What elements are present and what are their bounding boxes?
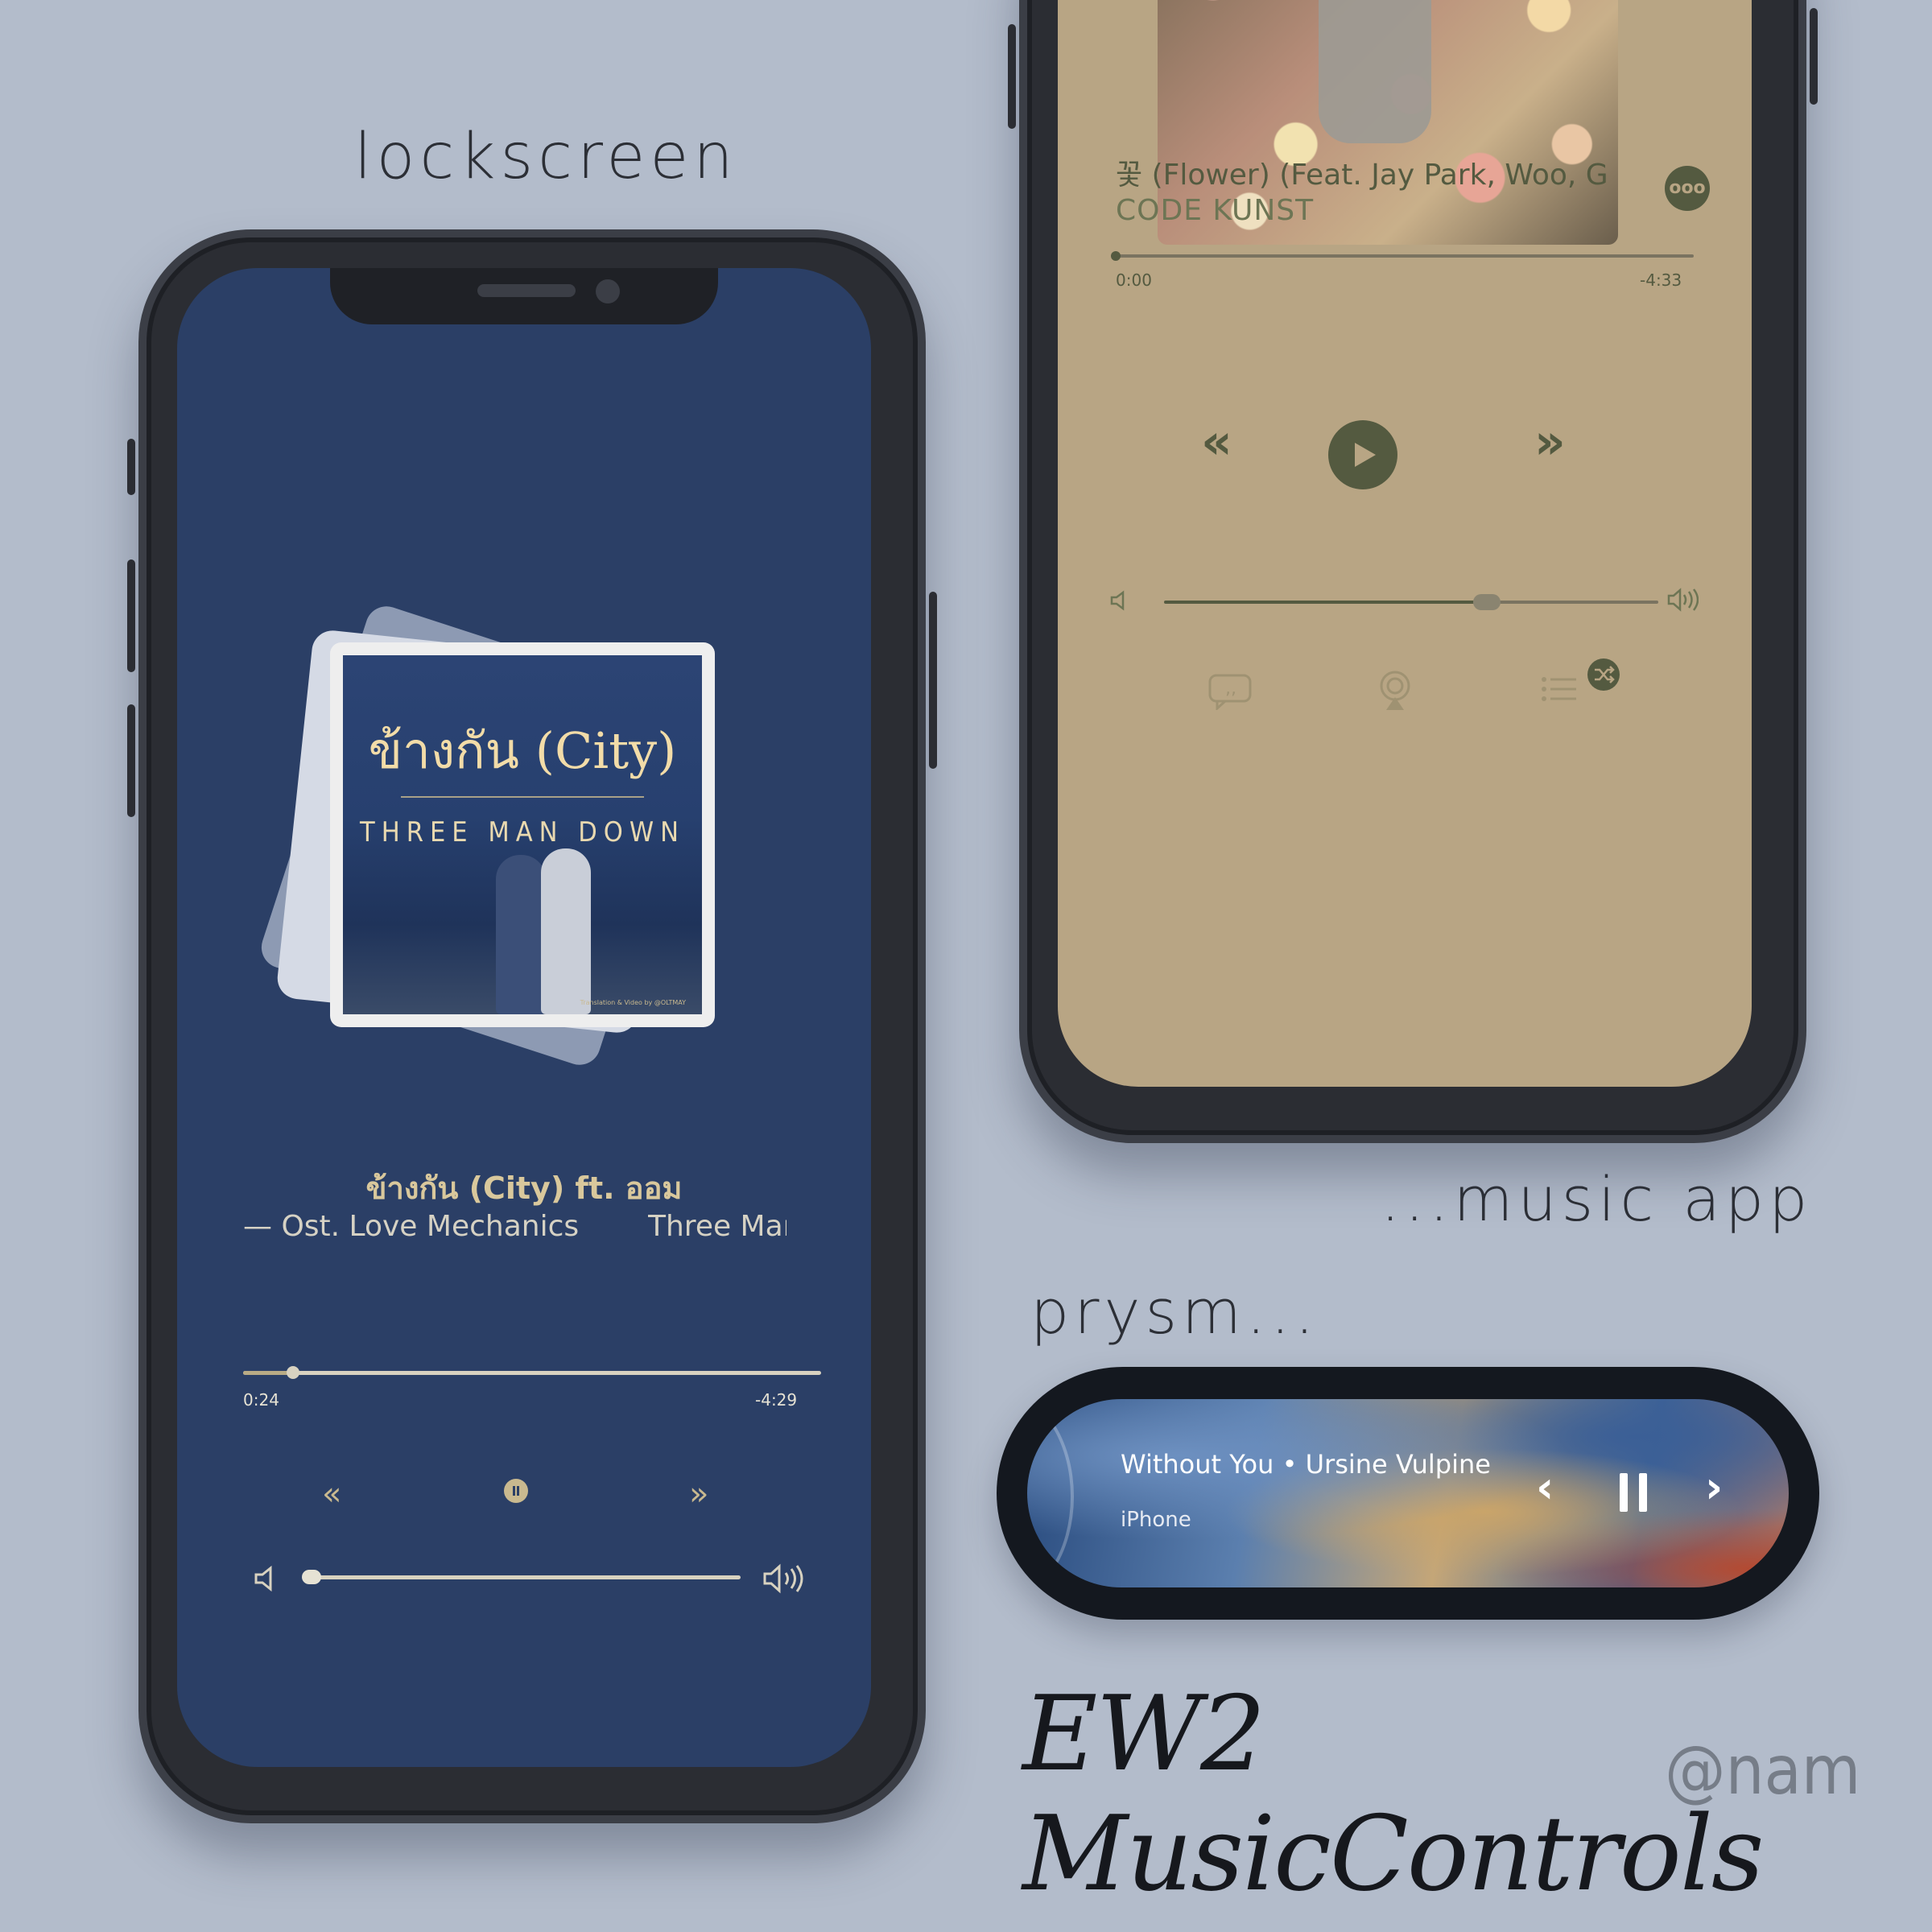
pause-button[interactable] xyxy=(504,1479,528,1503)
previous-track-button[interactable]: « xyxy=(1201,414,1232,470)
front-camera xyxy=(596,279,620,303)
track-title: 꽃 (Flower) (Feat. Jay Park, Woo, G xyxy=(1116,159,1608,192)
output-device[interactable]: iPhone xyxy=(1121,1508,1191,1532)
volume-track[interactable] xyxy=(1483,601,1658,604)
power-side-button xyxy=(929,592,937,769)
pause-icon-bar xyxy=(1639,1473,1647,1512)
lockscreen-phone: ข้างกัน (City) THREE MAN DOWN Translatio… xyxy=(127,229,937,1823)
volume-side-button xyxy=(1008,24,1016,129)
music-app-caption: ...music app xyxy=(1381,1163,1813,1235)
volume-slider-knob[interactable] xyxy=(1473,594,1501,610)
volume-low-icon xyxy=(1108,588,1132,616)
volume-fill xyxy=(1164,601,1483,604)
lockscreen-caption: lockscreen xyxy=(354,121,738,193)
progress-track[interactable] xyxy=(243,1371,821,1375)
artwork-figure xyxy=(1319,0,1431,143)
progress-fill xyxy=(243,1371,290,1375)
track-subtitle: — Ost. Love Mechanics xyxy=(243,1210,580,1243)
chevron-right-icon: » xyxy=(689,1476,709,1513)
previous-track-button[interactable]: « xyxy=(322,1476,341,1513)
next-track-button[interactable]: » xyxy=(1534,414,1566,470)
progress-scrubber[interactable] xyxy=(1111,251,1121,261)
prysm-caption: prysm... xyxy=(1030,1276,1319,1348)
volume-up-side-button xyxy=(127,559,135,672)
more-options-button[interactable]: ooo xyxy=(1665,166,1710,211)
next-track-button[interactable]: » xyxy=(689,1476,708,1513)
queue-icon[interactable] xyxy=(1541,675,1581,710)
track-title: ข้างกัน (City) ft. ออม xyxy=(365,1170,683,1206)
volume-down-side-button xyxy=(127,704,135,817)
chevron-left-icon: « xyxy=(1201,414,1232,470)
now-playing-title: Without You • Ursine Vulpine xyxy=(1121,1449,1491,1480)
power-side-button xyxy=(1810,8,1818,105)
volume-track[interactable] xyxy=(306,1575,741,1579)
next-track-button[interactable]: › xyxy=(1705,1462,1723,1513)
notch xyxy=(330,268,718,324)
pause-icon xyxy=(1620,1473,1628,1512)
lockscreen-display: ข้างกัน (City) THREE MAN DOWN Translatio… xyxy=(177,268,871,1767)
elapsed-time: 0:00 xyxy=(1116,270,1152,290)
previous-track-button[interactable]: ‹ xyxy=(1536,1462,1554,1513)
chevron-left-icon: ‹ xyxy=(1536,1462,1554,1513)
track-artist: Three Man xyxy=(648,1210,786,1243)
music-app-phone: 꽃 (Flower) (Feat. Jay Park, Woo, G CODE … xyxy=(1008,0,1818,1143)
elapsed-time: 0:24 xyxy=(243,1390,279,1410)
artwork-figure xyxy=(541,848,591,1014)
prysm-artwork-background[interactable]: Without You • Ursine Vulpine iPhone ‹ › xyxy=(1027,1399,1789,1587)
remaining-time: -4:33 xyxy=(1640,270,1682,290)
music-app-display: 꽃 (Flower) (Feat. Jay Park, Woo, G CODE … xyxy=(1058,0,1752,1087)
artwork-divider xyxy=(401,796,644,798)
remaining-time: -4:29 xyxy=(755,1390,798,1410)
progress-track[interactable] xyxy=(1116,254,1694,258)
pause-button[interactable] xyxy=(1620,1473,1658,1515)
album-artwork[interactable]: ข้างกัน (City) THREE MAN DOWN Translatio… xyxy=(343,655,702,1014)
volume-high-icon xyxy=(762,1561,807,1600)
svg-text:,,: ,, xyxy=(1225,679,1236,699)
artwork-title: ข้างกัน (City) xyxy=(368,721,677,780)
chevron-right-icon: » xyxy=(1534,414,1566,470)
mute-switch xyxy=(127,439,135,495)
artwork-figure xyxy=(496,855,546,1014)
lyrics-icon[interactable]: ,, xyxy=(1208,673,1253,713)
chevron-right-icon: › xyxy=(1705,1462,1724,1513)
airplay-icon[interactable] xyxy=(1377,670,1414,715)
artwork-band-name: THREE MAN DOWN xyxy=(360,816,685,848)
volume-low-icon xyxy=(251,1563,283,1598)
chevron-left-icon: « xyxy=(322,1476,342,1513)
earpiece-speaker xyxy=(477,284,576,297)
progress-scrubber[interactable] xyxy=(287,1366,299,1379)
volume-slider-knob[interactable] xyxy=(302,1570,321,1584)
shuffle-icon[interactable] xyxy=(1587,658,1620,691)
track-artist[interactable]: CODE KUNST xyxy=(1116,194,1314,227)
prysm-ring xyxy=(1027,1399,1074,1587)
play-button[interactable] xyxy=(1328,420,1397,489)
artwork-credit: Translation & Video by @OLTMAY xyxy=(580,999,686,1006)
volume-high-icon xyxy=(1666,586,1699,617)
brand-handle: @nam xyxy=(1665,1731,1861,1810)
prysm-widget: Without You • Ursine Vulpine iPhone ‹ › xyxy=(997,1367,1819,1620)
